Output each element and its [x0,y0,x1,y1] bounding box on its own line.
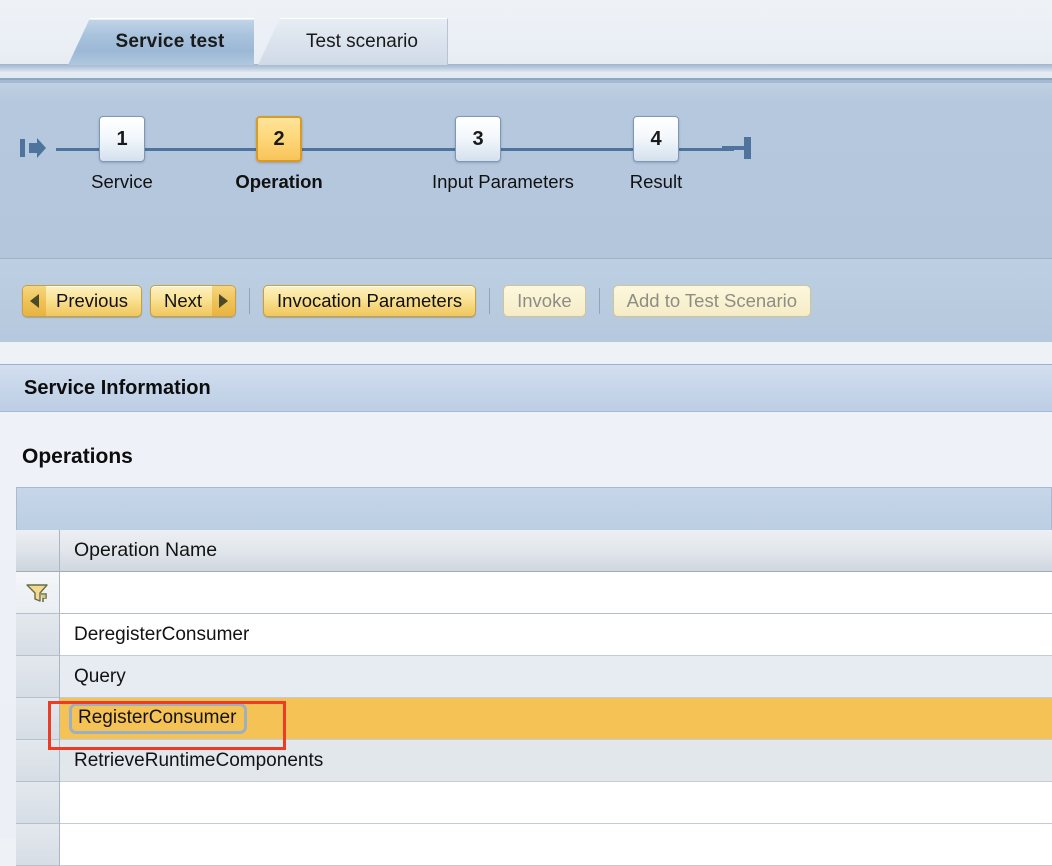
toolbar-separator [249,287,251,314]
next-button-label: Next [163,289,203,311]
service-information-title: Service Information [24,376,211,399]
cell-operation-name[interactable] [60,824,1052,866]
wizard-step-track: 1 Service 2 Operation 3 Input Parameters… [18,102,752,202]
flow-end-icon [722,137,751,159]
cell-operation-name[interactable]: Query [60,656,1052,698]
previous-button-label: Previous [56,289,128,311]
wizard-toolbar: Previous Next Invocation Parameters Invo… [0,258,1052,342]
add-to-test-scenario-button-label: Add to Test Scenario [626,289,798,311]
flow-start-icon [20,138,46,158]
tab-service-test-label: Service test [115,30,225,52]
tab-service-test[interactable]: Service test [68,18,254,65]
wizard-step-input-parameters-label: Input Parameters [432,171,574,192]
service-information-header[interactable]: Service Information [0,364,1052,412]
tab-test-scenario-label: Test scenario [306,30,418,52]
invoke-button: Invoke [503,284,586,317]
wizard-step-operation-number: 2 [256,116,302,162]
select-all-cell[interactable] [16,530,60,572]
row-selector[interactable] [16,614,60,656]
row-selector[interactable] [16,824,60,866]
cell-operation-name[interactable]: RetrieveRuntimeComponents [60,740,1052,782]
table-row[interactable]: RetrieveRuntimeComponents [16,740,1052,782]
filter-toggle-cell[interactable] [16,572,60,614]
add-to-test-scenario-button: Add to Test Scenario [612,284,812,317]
row-selector[interactable] [16,656,60,698]
filter-funnel-icon [25,583,48,602]
table-row[interactable]: Query [16,656,1052,698]
wizard-panel: 1 Service 2 Operation 3 Input Parameters… [0,78,1052,258]
table-row-empty[interactable] [16,782,1052,824]
operations-table: Operation Name DeregisterConsumer Query [16,487,1052,866]
table-row-selected[interactable]: RegisterConsumer [16,698,1052,740]
row-selector[interactable] [16,740,60,782]
invocation-parameters-button[interactable]: Invocation Parameters [263,284,477,317]
wizard-step-result-number: 4 [633,116,679,162]
operations-content-area: Operations Operation Name DeregisterCons… [0,413,1052,866]
filter-input-operation-name[interactable] [60,572,1052,614]
cell-operation-name[interactable] [60,782,1052,824]
invocation-parameters-button-label: Invocation Parameters [277,289,463,311]
tab-bar: Service test Test scenario [0,0,1052,78]
row-selector[interactable] [16,698,60,740]
wizard-step-service-number: 1 [99,116,145,162]
column-header-operation-name[interactable]: Operation Name [60,530,1052,572]
toolbar-separator [489,287,491,314]
previous-button[interactable]: Previous [22,284,142,317]
operations-table-toolbar[interactable] [16,487,1052,530]
triangle-left-icon [23,285,46,316]
wizard-step-service[interactable]: 1 Service [76,116,168,193]
wizard-step-service-label: Service [91,171,153,192]
operations-heading: Operations [22,445,133,468]
wizard-step-result[interactable]: 4 Result [610,116,702,193]
triangle-right-icon [212,285,236,316]
tab-test-scenario[interactable]: Test scenario [258,18,448,65]
next-button[interactable]: Next [149,284,237,317]
table-row[interactable]: DeregisterConsumer [16,614,1052,656]
operations-table-header-row: Operation Name [16,530,1052,572]
tab-bar-baseline [0,64,1052,72]
row-selector[interactable] [16,782,60,824]
cell-operation-name[interactable]: DeregisterConsumer [60,614,1052,656]
cell-operation-name-selected[interactable]: RegisterConsumer [60,698,1052,740]
wizard-step-result-label: Result [629,171,683,192]
wizard-step-input-parameters[interactable]: 3 Input Parameters [432,116,574,193]
wizard-step-operation-label: Operation [235,171,323,192]
invoke-button-label: Invoke [517,289,572,311]
wizard-step-operation[interactable]: 2 Operation [233,116,325,193]
wizard-step-input-parameters-number: 3 [455,116,501,162]
cell-focus-outline: RegisterConsumer [69,703,248,734]
table-row-empty[interactable] [16,824,1052,866]
operations-filter-row [16,572,1052,614]
toolbar-separator [598,287,600,314]
